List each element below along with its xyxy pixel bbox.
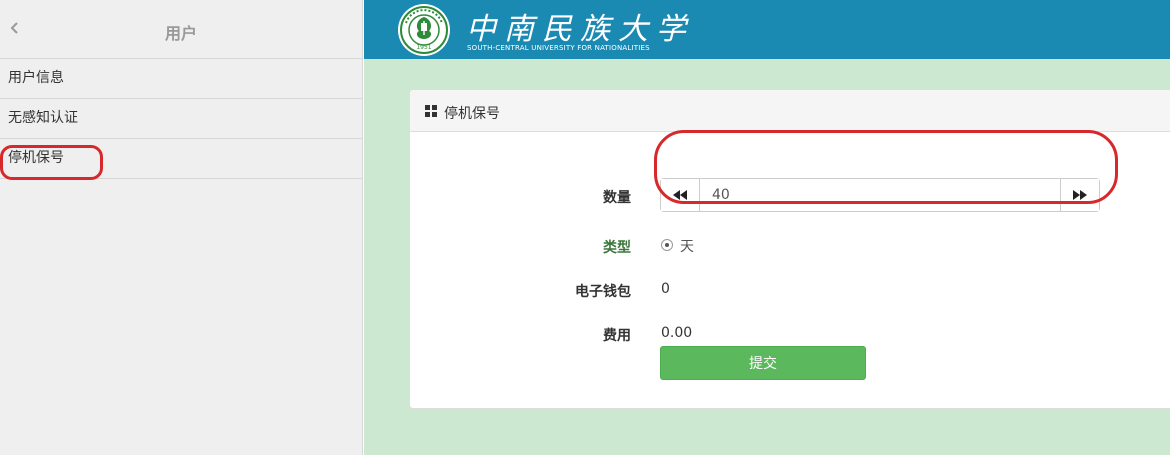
- sidebar-item-suspend-keep-number[interactable]: 停机保号: [0, 139, 362, 179]
- university-name-cn: 中南民族大学: [466, 12, 694, 47]
- quantity-stepper: [660, 178, 1100, 212]
- quantity-label: 数量: [603, 190, 631, 206]
- quantity-input[interactable]: [700, 179, 1060, 211]
- decrement-button[interactable]: [661, 179, 700, 211]
- wallet-label: 电子钱包: [575, 284, 631, 300]
- sidebar-title: 用户: [164, 24, 197, 43]
- panel-header: 停机保号: [410, 90, 1170, 132]
- university-emblem-logo: 1951: [398, 4, 450, 56]
- fee-label: 费用: [603, 328, 631, 344]
- svg-text:1951: 1951: [416, 44, 431, 51]
- sidebar-item-user-info[interactable]: 用户信息: [0, 59, 362, 99]
- panel-title: 停机保号: [444, 106, 500, 122]
- university-name-en: SOUTH-CENTRAL UNIVERSITY FOR NATIONALITI…: [467, 44, 650, 52]
- type-label: 类型: [603, 240, 631, 256]
- sidebar: 用户 用户信息 无感知认证 停机保号: [0, 0, 363, 455]
- sidebar-header: 用户: [0, 0, 362, 59]
- sidebar-item-seamless-auth[interactable]: 无感知认证: [0, 99, 362, 139]
- submit-button[interactable]: 提交: [660, 346, 866, 380]
- fast-forward-icon: [1073, 190, 1087, 200]
- fee-value: 0.00: [661, 325, 693, 341]
- header-banner: 1951 中南民族大学 SOUTH-CENTRAL UNIVERSITY FOR…: [364, 0, 1170, 59]
- fast-backward-icon: [673, 190, 687, 200]
- wallet-value: 0: [661, 281, 670, 297]
- main-content: 停机保号 数量 类型 天 电子钱包 0: [364, 59, 1170, 455]
- increment-button[interactable]: [1060, 179, 1099, 211]
- grid-icon: [425, 105, 437, 117]
- type-option-label: 天: [680, 239, 694, 255]
- suspend-panel: 停机保号 数量 类型 天 电子钱包 0: [409, 89, 1170, 409]
- type-radio-day[interactable]: [661, 239, 673, 251]
